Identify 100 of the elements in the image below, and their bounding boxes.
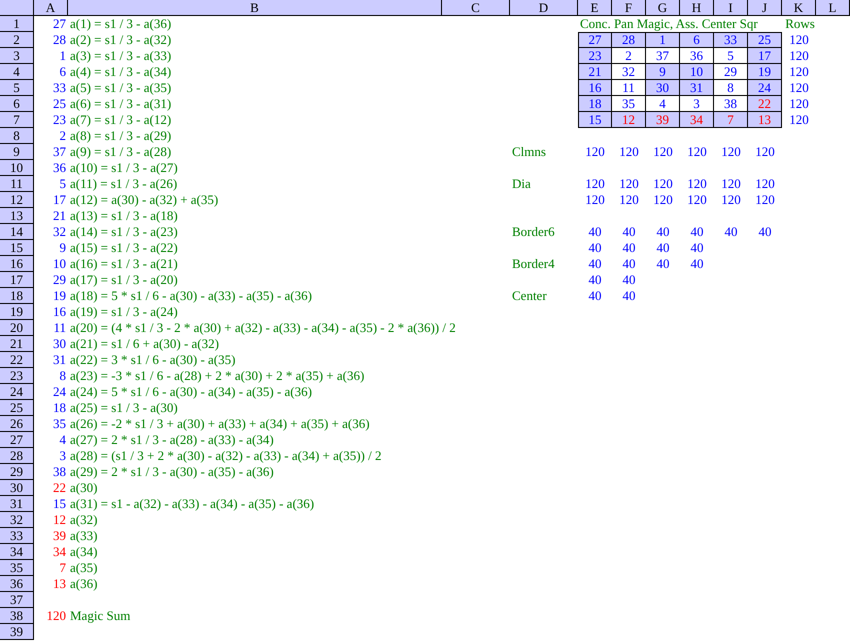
column-header[interactable]: K [782,0,816,16]
column-header[interactable]: E [578,0,612,16]
formula-text: a(19) = s1 / 3 - a(24) [70,304,178,319]
column-header[interactable]: I [714,0,748,16]
check-value: 40 [690,224,704,239]
row-header[interactable]: 7 [0,112,34,128]
formula-text: a(16) = s1 / 3 - a(21) [70,256,178,271]
row-header[interactable]: 30 [0,480,34,496]
check-value: 40 [622,224,636,239]
square-cell: 18 [578,96,612,112]
row-header[interactable]: 1 [0,16,34,32]
row-header[interactable]: 3 [0,48,34,64]
row-header[interactable]: 39 [0,624,34,640]
row-header[interactable]: 10 [0,160,34,176]
cell-value: 12 [53,512,66,527]
column-header[interactable]: J [748,0,782,16]
row-header[interactable]: 17 [0,272,34,288]
square-cell: 10 [680,64,714,80]
square-cell: 9 [646,64,680,80]
square-title: Conc. Pan Magic, Ass. Center Sqr [580,16,758,31]
column-header[interactable]: C [442,0,510,16]
formula-text: a(10) = s1 / 3 - a(27) [70,160,178,175]
formula-text: a(2) = s1 / 3 - a(32) [70,32,172,47]
row-header[interactable]: 18 [0,288,34,304]
cell-value: 9 [60,240,66,255]
formula-text: a(29) = 2 * s1 / 3 - a(30) - a(35) - a(36) [70,464,274,479]
column-header[interactable]: G [646,0,680,16]
check-value: 120 [755,176,775,191]
row-header[interactable]: 6 [0,96,34,112]
magic-sum-label: Magic Sum [70,608,130,623]
row-header[interactable]: 4 [0,64,34,80]
column-header[interactable]: A [34,0,68,16]
check-value: 120 [619,176,639,191]
row-header[interactable]: 11 [0,176,34,192]
square-cell: 21 [578,64,612,80]
row-header[interactable]: 27 [0,432,34,448]
cell-value: 31 [53,352,66,367]
row-header[interactable]: 24 [0,384,34,400]
row-header[interactable]: 36 [0,576,34,592]
check-label: Border4 [512,256,555,271]
square-cell: 1 [646,32,680,48]
row-header[interactable]: 38 [0,608,34,624]
check-label: Border6 [512,224,555,239]
row-header[interactable]: 19 [0,304,34,320]
cell-value: 10 [53,256,66,271]
row-header[interactable]: 8 [0,128,34,144]
row-header[interactable]: 23 [0,368,34,384]
row-sum: 120 [789,112,809,127]
check-value: 120 [755,192,775,207]
row-header[interactable]: 2 [0,32,34,48]
row-header[interactable]: 26 [0,416,34,432]
square-cell: 28 [612,32,646,48]
row-header[interactable]: 32 [0,512,34,528]
check-value: 40 [656,256,670,271]
row-header[interactable]: 13 [0,208,34,224]
row-header[interactable]: 9 [0,144,34,160]
row-header[interactable]: 31 [0,496,34,512]
check-value: 120 [687,144,707,159]
square-cell: 37 [646,48,680,64]
square-cell: 39 [646,112,680,128]
check-value: 40 [758,224,772,239]
column-header[interactable]: F [612,0,646,16]
cell-value: 4 [60,432,66,447]
row-header[interactable]: 22 [0,352,34,368]
row-header[interactable]: 5 [0,80,34,96]
square-cell: 13 [748,112,782,128]
check-label: Center [512,288,547,303]
cell-value: 17 [53,192,66,207]
row-header[interactable]: 20 [0,320,34,336]
square-cell: 8 [714,80,748,96]
row-header[interactable]: 14 [0,224,34,240]
formula-text: a(34) [70,544,98,559]
column-header[interactable]: L [816,0,850,16]
square-cell: 16 [578,80,612,96]
formula-text: a(36) [70,576,98,591]
check-value: 120 [619,192,639,207]
check-value: 120 [755,144,775,159]
row-header[interactable]: 34 [0,544,34,560]
formula-text: a(25) = s1 / 3 - a(30) [70,400,178,415]
row-header[interactable]: 16 [0,256,34,272]
column-header[interactable]: D [510,0,578,16]
column-header[interactable]: H [680,0,714,16]
row-header[interactable]: 21 [0,336,34,352]
row-header[interactable]: 15 [0,240,34,256]
square-cell: 38 [714,96,748,112]
row-header[interactable]: 25 [0,400,34,416]
formula-text: a(3) = s1 / 3 - a(33) [70,48,172,63]
column-header[interactable]: B [68,0,442,16]
row-header[interactable]: 28 [0,448,34,464]
formula-text: a(33) [70,528,98,543]
formula-text: a(21) = s1 / 6 + a(30) - a(32) [70,336,219,351]
row-header[interactable]: 29 [0,464,34,480]
square-cell: 12 [612,112,646,128]
select-all-corner[interactable] [0,0,34,16]
cell-value: 2 [60,128,66,143]
row-header[interactable]: 37 [0,592,34,608]
row-header[interactable]: 33 [0,528,34,544]
square-cell: 7 [714,112,748,128]
row-header[interactable]: 35 [0,560,34,576]
row-header[interactable]: 12 [0,192,34,208]
